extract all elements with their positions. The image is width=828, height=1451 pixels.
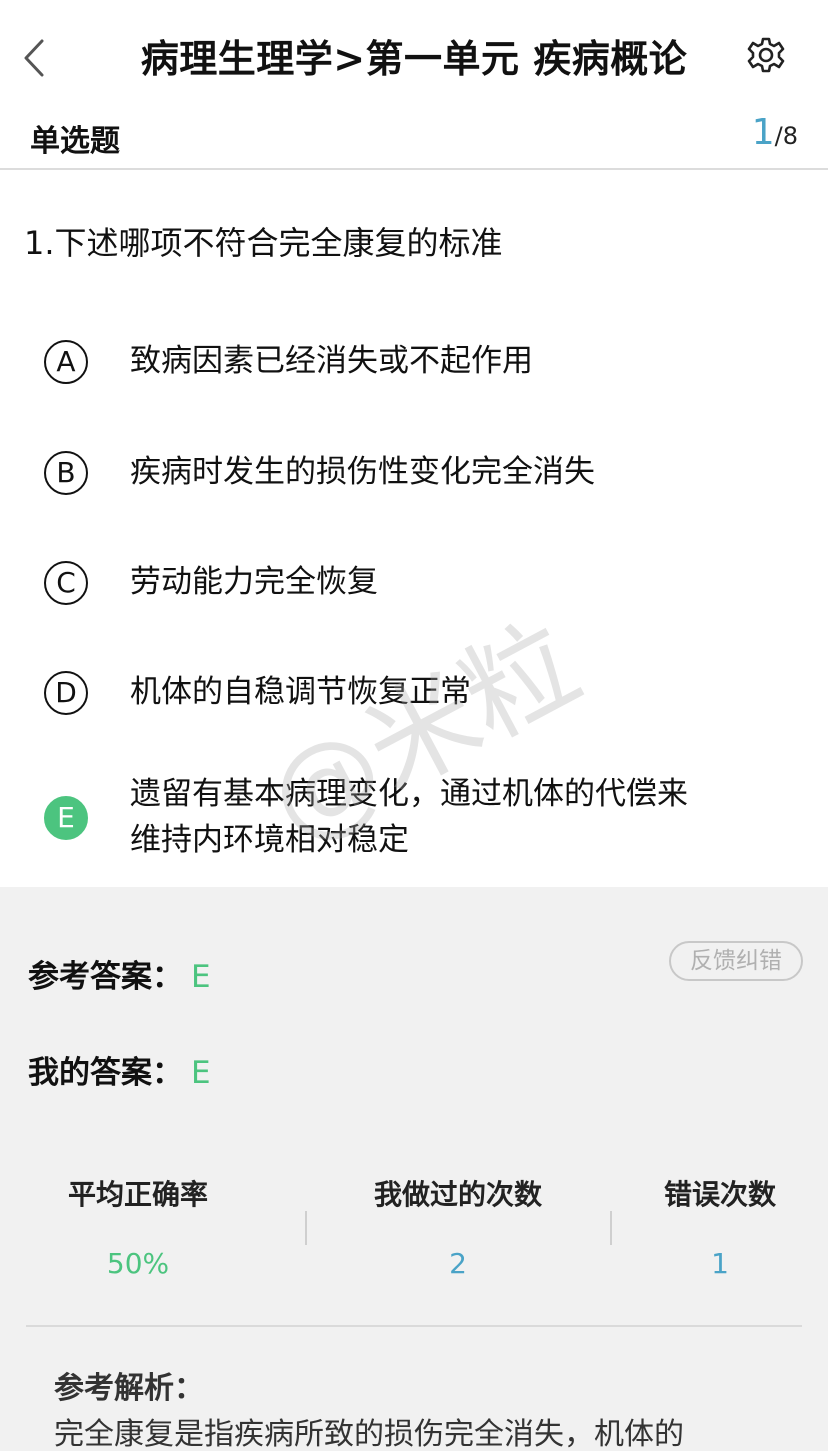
stat-error-count: 错误次数 1 xyxy=(640,1173,800,1280)
option-c[interactable]: C 劳动能力完全恢复 xyxy=(44,559,794,609)
option-c-marker: C xyxy=(44,561,88,605)
reference-answer-label: 参考答案： xyxy=(28,959,183,995)
progress-current: 1 xyxy=(751,112,775,153)
reference-answer-value: E xyxy=(191,959,211,995)
option-d[interactable]: D 机体的自稳调节恢复正常 xyxy=(44,669,794,719)
section-divider xyxy=(26,1325,802,1327)
stat-errors-value: 1 xyxy=(711,1247,729,1280)
top-nav-bar: 病理生理学>第一单元 疾病概论 xyxy=(0,0,828,110)
stat-average-label: 平均正确率 xyxy=(67,1178,208,1211)
option-b-text: 疾病时发生的损伤性变化完全消失 xyxy=(130,454,595,490)
question-type-label: 单选题 xyxy=(30,124,120,159)
analysis-title: 参考解析： xyxy=(54,1371,204,1406)
option-b-marker: B xyxy=(44,451,88,495)
my-answer-label: 我的答案： xyxy=(28,1055,183,1091)
back-button[interactable] xyxy=(18,38,52,78)
option-b[interactable]: B 疾病时发生的损伤性变化完全消失 xyxy=(44,449,794,499)
stat-times-label: 我做过的次数 xyxy=(373,1178,542,1211)
stat-errors-label: 错误次数 xyxy=(663,1178,776,1211)
question-text: 1.下述哪项不符合完全康复的标准 xyxy=(24,224,503,262)
chevron-left-icon xyxy=(24,39,44,77)
option-e-text-line1: 遗留有基本病理变化，通过机体的代偿来 xyxy=(130,776,688,812)
answer-panel: 参考答案： E 反馈纠错 我的答案： E 平均正确率 50% 我做过的次数 2 错误… xyxy=(0,887,828,1451)
my-answer-row: 我的答案： E xyxy=(28,1047,211,1092)
option-d-marker: D xyxy=(44,671,88,715)
analysis-text: 完全康复是指疾病所致的损伤完全消失，机体的 xyxy=(54,1417,684,1451)
stat-times-done: 我做过的次数 2 xyxy=(348,1173,568,1280)
stats-divider xyxy=(305,1211,307,1245)
option-e[interactable]: E 遗留有基本病理变化，通过机体的代偿来 维持内环境相对稳定 xyxy=(44,771,794,867)
option-a[interactable]: A 致病因素已经消失或不起作用 xyxy=(44,338,794,388)
my-answer-value: E xyxy=(191,1055,211,1091)
option-d-text: 机体的自稳调节恢复正常 xyxy=(130,674,471,710)
page-title: 病理生理学>第一单元 疾病概论 xyxy=(140,37,688,81)
stat-times-value: 2 xyxy=(449,1247,467,1280)
reference-answer-row: 参考答案： E xyxy=(28,951,211,996)
progress-total: /8 xyxy=(774,122,798,150)
option-e-text: 遗留有基本病理变化，通过机体的代偿来 维持内环境相对稳定 xyxy=(130,771,770,863)
gear-icon xyxy=(747,37,785,73)
stat-average-value: 50% xyxy=(106,1247,170,1280)
question-type-row: 单选题 1/8 xyxy=(0,110,828,170)
stats-row: 平均正确率 50% 我做过的次数 2 错误次数 1 xyxy=(0,1173,828,1283)
settings-button[interactable] xyxy=(747,36,785,74)
feedback-button[interactable]: 反馈纠错 xyxy=(669,941,803,981)
option-e-marker-correct: E xyxy=(44,796,88,840)
option-c-text: 劳动能力完全恢复 xyxy=(130,564,378,600)
option-a-text: 致病因素已经消失或不起作用 xyxy=(130,343,533,379)
option-a-marker: A xyxy=(44,340,88,384)
stat-average-accuracy: 平均正确率 50% xyxy=(38,1173,238,1280)
option-e-text-line2: 维持内环境相对稳定 xyxy=(130,822,409,858)
question-progress: 1/8 xyxy=(752,112,798,153)
stats-divider xyxy=(610,1211,612,1245)
